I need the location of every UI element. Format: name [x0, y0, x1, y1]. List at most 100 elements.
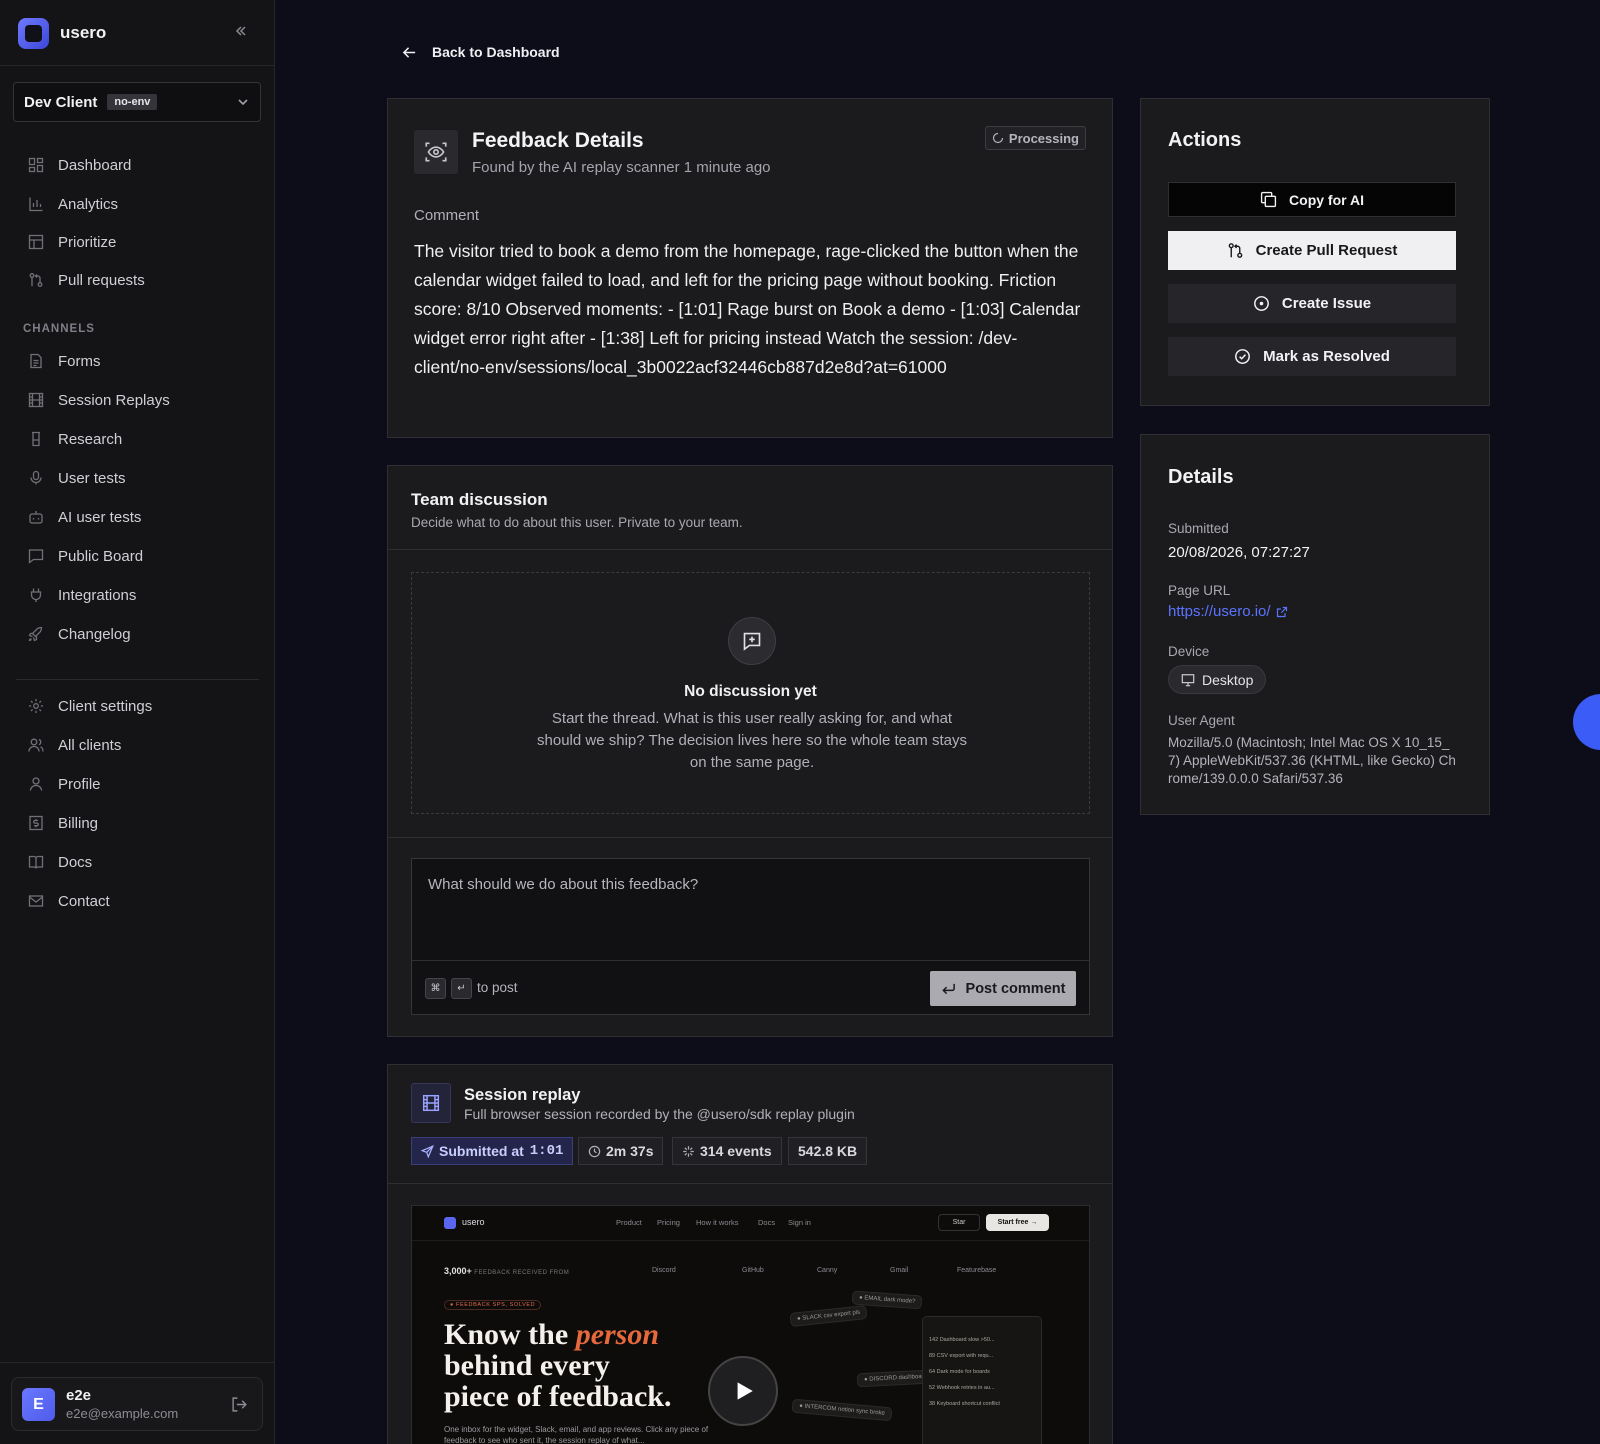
loader-icon — [992, 132, 1004, 144]
size: 542.8 KB — [798, 1143, 858, 1159]
empty-text: Start the thread. What is this user real… — [537, 710, 967, 771]
copy-label: Copy for AI — [1289, 191, 1364, 208]
comment-text: The visitor tried to book a demo from th… — [414, 241, 1081, 377]
chevron-down-icon — [236, 95, 250, 109]
team-discussion-card: Team discussion Decide what to do about … — [387, 465, 1113, 1037]
copy-for-ai-button[interactable]: Copy for AI — [1168, 182, 1456, 217]
nav-item-integrations[interactable]: Integrations — [16, 579, 259, 611]
preview-hero-em: person — [575, 1318, 660, 1351]
events: 314 events — [700, 1143, 772, 1159]
section-subtitle: Decide what to do about this user. Priva… — [411, 515, 743, 530]
preview-nav-item: How it works — [696, 1218, 739, 1227]
brand[interactable]: usero — [18, 16, 106, 50]
nav-item-research[interactable]: Research — [16, 423, 259, 455]
post-comment-button[interactable]: Post comment — [930, 971, 1076, 1006]
replay-preview[interactable]: usero Product Pricing How it works Docs … — [411, 1205, 1090, 1444]
channels-heading: CHANNELS — [23, 323, 95, 335]
user-agent-label: User Agent — [1168, 713, 1235, 728]
usero-logo-icon — [18, 17, 49, 49]
preview-row: 38 Keyboard shortcut conflict — [929, 1401, 1000, 1407]
preview-nav-item: Pricing — [657, 1218, 680, 1227]
monitor-icon — [1181, 673, 1195, 687]
nav-label: Billing — [58, 814, 99, 832]
status-badge: Processing — [984, 126, 1086, 150]
back-label: Back to Dashboard — [432, 44, 560, 60]
session-replay-card: Session replay Full browser session reco… — [387, 1064, 1113, 1444]
nav-label: Dashboard — [58, 156, 132, 174]
sidebar: usero Dev Client no-env Dashboard Analyt… — [0, 0, 275, 1444]
preview-nav-item: Sign in — [788, 1218, 811, 1227]
preview-small: One inbox for the widget, Slack, email, … — [444, 1425, 709, 1444]
nav-item-pull-requests[interactable]: Pull requests — [16, 264, 259, 296]
nav-label: Changelog — [58, 625, 131, 643]
nav-item-dashboard[interactable]: Dashboard — [16, 149, 259, 181]
mic-icon — [27, 469, 45, 487]
kbd-cmd: ⌘ — [425, 978, 446, 999]
nav-item-forms[interactable]: Forms — [16, 345, 259, 377]
client-selector[interactable]: Dev Client no-env — [13, 82, 261, 122]
preview-row: 142 Dashboard slow >50... — [929, 1337, 995, 1343]
user-card[interactable]: E e2e e2e@example.com — [11, 1377, 263, 1431]
comment-input[interactable] — [412, 859, 1089, 961]
nav-label: Session Replays — [58, 391, 170, 409]
user-name: e2e — [66, 1387, 92, 1404]
book-icon — [27, 853, 45, 871]
nav-item-contact[interactable]: Contact — [16, 885, 259, 917]
back-to-dashboard-link[interactable]: Back to Dashboard — [402, 44, 560, 60]
preview-tag: ● FEEDBACK SPS, SOLVED — [444, 1300, 542, 1310]
play-icon — [737, 1382, 753, 1400]
nav-label: Profile — [58, 775, 101, 793]
preview-brand: usero — [462, 1217, 485, 1227]
post-hint: to post — [477, 980, 518, 995]
issue-label: Create Issue — [1281, 295, 1372, 312]
submitted-at-chip[interactable]: Submitted at 1:01 — [411, 1137, 574, 1165]
nav-item-session-replays[interactable]: Session Replays — [16, 384, 259, 416]
table-icon — [27, 233, 45, 251]
preview-card: ● INTERCOM notion sync broke — [791, 1398, 893, 1422]
preview-panel: 142 Dashboard slow >50... 89 CSV export … — [922, 1316, 1042, 1444]
grid-icon — [27, 156, 45, 174]
nav-label: AI user tests — [58, 508, 142, 526]
create-issue-button[interactable]: Create Issue — [1168, 284, 1456, 323]
nav-item-user-tests[interactable]: User tests — [16, 462, 259, 494]
section-subtitle: Full browser session recorded by the @us… — [464, 1106, 855, 1122]
user-agent-value: Mozilla/5.0 (Macintosh; Intel Mac OS X 1… — [1168, 735, 1456, 786]
nav-item-docs[interactable]: Docs — [16, 846, 259, 878]
mark-as-resolved-button[interactable]: Mark as Resolved — [1168, 337, 1456, 376]
create-pull-request-button[interactable]: Create Pull Request — [1168, 231, 1456, 270]
section-title: Actions — [1168, 129, 1242, 151]
nav-item-client-settings[interactable]: Client settings — [16, 690, 259, 722]
nav-item-public-board[interactable]: Public Board — [16, 540, 259, 572]
flask-icon — [27, 430, 45, 448]
gear-icon — [27, 697, 45, 715]
section-title: Team discussion — [411, 490, 548, 509]
rocket-icon — [27, 625, 45, 643]
dollar-icon — [27, 814, 45, 832]
nav-item-all-clients[interactable]: All clients — [16, 729, 259, 761]
divider — [388, 1183, 1112, 1184]
git-pull-request-icon — [27, 271, 45, 289]
user-icon — [27, 775, 45, 793]
nav-item-ai-user-tests[interactable]: AI user tests — [16, 501, 259, 533]
brand-name: usero — [60, 23, 107, 42]
nav-item-profile[interactable]: Profile — [16, 768, 259, 800]
film-icon — [27, 391, 45, 409]
page-url-link[interactable]: https://usero.io/ — [1168, 603, 1288, 620]
play-button[interactable] — [708, 1356, 778, 1426]
nav-label: Contact — [58, 892, 110, 910]
section-title: Session replay — [464, 1086, 581, 1104]
nav-item-analytics[interactable]: Analytics — [16, 188, 259, 220]
preview-source: GitHub — [742, 1267, 764, 1274]
nav-item-prioritize[interactable]: Prioritize — [16, 226, 259, 258]
send-icon — [421, 1144, 434, 1158]
collapse-sidebar-icon[interactable] — [234, 24, 248, 38]
divider — [388, 549, 1112, 550]
logout-icon[interactable] — [231, 1396, 248, 1413]
client-name: Dev Client — [24, 93, 98, 111]
size-chip: 542.8 KB — [788, 1137, 868, 1165]
preview-hero-1: Know the — [444, 1318, 576, 1351]
nav-label: Docs — [58, 853, 93, 871]
nav-item-changelog[interactable]: Changelog — [16, 618, 259, 650]
nav-item-billing[interactable]: Billing — [16, 807, 259, 839]
floating-action-button[interactable] — [1573, 694, 1600, 750]
